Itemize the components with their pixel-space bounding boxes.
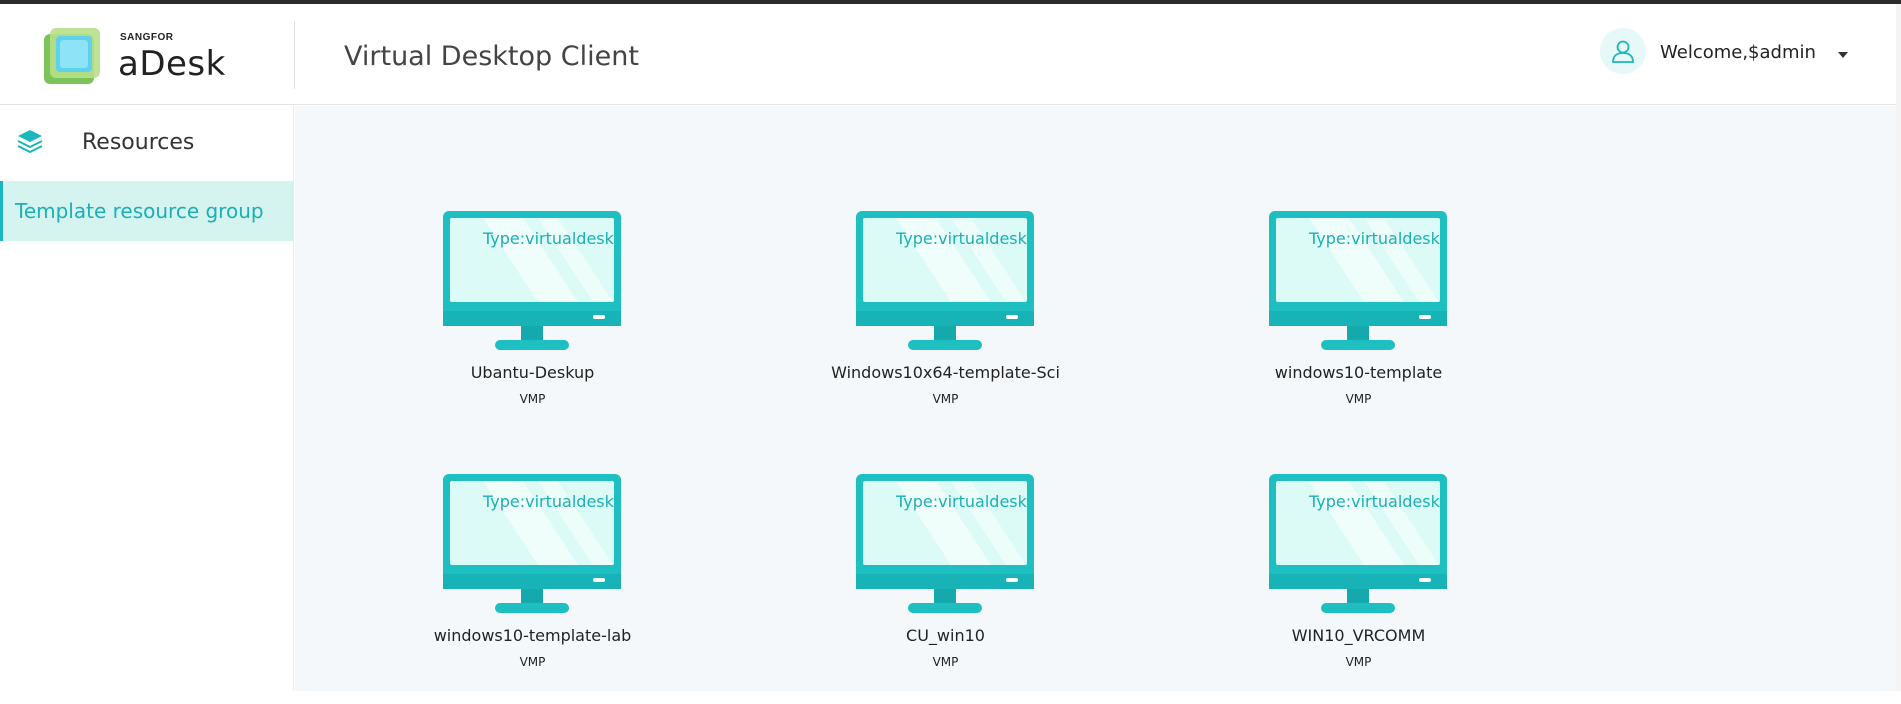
header: SANGFOR aDesk Virtual Desktop Client Wel… (0, 4, 1901, 105)
window-scrollbar-edge[interactable] (1896, 4, 1901, 691)
resource-card[interactable]: Type:virtualdesk WIN10_VRCOMM VMP (1201, 474, 1501, 704)
resource-card[interactable]: Type:virtualdesk Ubantu-Deskup VMP (375, 211, 675, 441)
resource-type-label: Type:virtualdesk (1309, 492, 1440, 511)
resource-type-label: Type:virtualdesk (1309, 229, 1440, 248)
resource-host: VMP (932, 392, 959, 406)
resource-card[interactable]: Type:virtualdesk CU_win10 VMP (788, 474, 1088, 704)
resource-card[interactable]: Type:virtualdesk windows10-template-lab … (375, 474, 675, 704)
user-icon (1612, 40, 1634, 63)
resource-name: Ubantu-Deskup (470, 363, 595, 382)
sidebar: Resources Template resource group (0, 106, 294, 691)
welcome-text[interactable]: Welcome,$admin (1660, 42, 1816, 63)
user-menu[interactable]: Welcome,$admin (1600, 28, 1860, 76)
resource-host: VMP (932, 655, 959, 669)
sidebar-section-resources[interactable]: Resources (0, 106, 294, 180)
resource-type-label: Type:virtualdesk (483, 229, 614, 248)
caret-down-icon[interactable] (1838, 52, 1848, 58)
sidebar-item-template-resource-group[interactable]: Template resource group (0, 181, 294, 241)
resource-type-label: Type:virtualdesk (483, 492, 614, 511)
resource-host: VMP (519, 392, 546, 406)
page-title: Virtual Desktop Client (344, 41, 639, 72)
resource-grid: Type:virtualdesk Ubantu-Deskup VMP Type:… (295, 106, 1901, 691)
resource-name: CU_win10 (906, 626, 985, 645)
resource-card[interactable]: Type:virtualdesk Windows10x64-template-S… (788, 211, 1088, 441)
resource-type-label: Type:virtualdesk (896, 229, 1027, 248)
sidebar-item-label: Template resource group (15, 199, 264, 223)
header-divider (294, 21, 295, 89)
layers-icon (17, 130, 43, 154)
sidebar-section-label: Resources (82, 130, 195, 155)
resource-name: WIN10_VRCOMM (1291, 626, 1426, 645)
resource-name: Windows10x64-template-Sci (831, 363, 1060, 382)
brand-name: aDesk (118, 44, 226, 84)
resource-name: windows10-template (1274, 363, 1443, 382)
resource-card[interactable]: Type:virtualdesk windows10-template VMP (1201, 211, 1501, 441)
resource-host: VMP (1345, 392, 1372, 406)
resource-name: windows10-template-lab (433, 626, 632, 645)
resource-host: VMP (1345, 655, 1372, 669)
resource-host: VMP (519, 655, 546, 669)
avatar[interactable] (1600, 28, 1646, 74)
resource-type-label: Type:virtualdesk (896, 492, 1027, 511)
brand-vendor: SANGFOR (120, 32, 174, 43)
adesk-logo (44, 28, 100, 84)
